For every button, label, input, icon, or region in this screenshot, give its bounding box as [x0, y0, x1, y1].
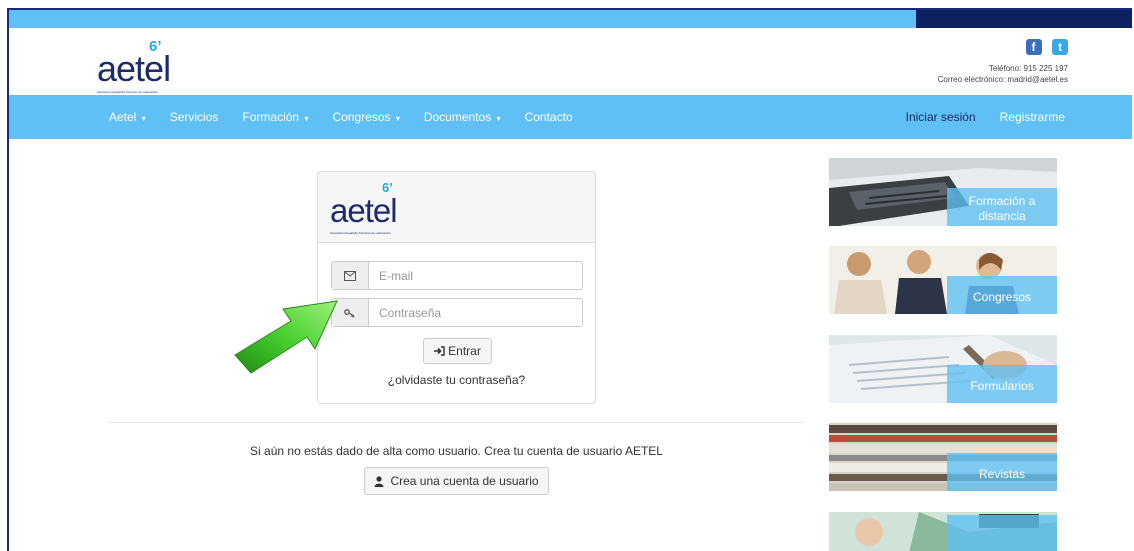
tile-formacion[interactable]: Formación a distancia	[829, 158, 1057, 226]
nav-menu: Aetel ▾ Servicios Formación ▾ Congresos …	[109, 95, 597, 139]
nav-item-label: Formación	[242, 110, 300, 124]
tile-congresos[interactable]: Congresos	[829, 246, 1057, 314]
login-submit-label: Entrar	[448, 344, 481, 358]
tile-laboratorio[interactable]	[829, 512, 1057, 551]
facebook-icon[interactable]: f	[1025, 39, 1042, 55]
forgot-password-link[interactable]: ¿olvidaste tu contraseña?	[318, 373, 595, 387]
logo-subtitle: Asociación Española Técnicos de Laborato…	[330, 231, 391, 235]
email-input-group	[331, 261, 583, 290]
browser-frame: 6’ aetel Asociación Española Técnicos de…	[7, 8, 1132, 551]
social-links: f t	[1020, 38, 1068, 56]
nav-item-label: Aetel	[109, 110, 137, 124]
nav-item-servicios[interactable]: Servicios	[170, 110, 219, 124]
create-account-button[interactable]: Crea una cuenta de usuario	[364, 467, 549, 495]
caret-down-icon: ▾	[395, 114, 400, 123]
register-link[interactable]: Registrarme	[1000, 110, 1065, 124]
tile-formularios[interactable]: Formularios	[829, 335, 1057, 403]
twitter-icon[interactable]: t	[1052, 39, 1068, 55]
logo-text: aetel	[330, 192, 398, 229]
tile-revistas[interactable]: Revistas	[829, 423, 1057, 491]
nav-item-label: Congresos	[332, 110, 391, 124]
login-link[interactable]: Iniciar sesión	[906, 110, 976, 124]
green-arrow-annotation	[234, 300, 338, 374]
logo-subtitle: Asociación Española Técnicos de Laborato…	[97, 90, 158, 94]
sign-in-icon	[434, 346, 445, 356]
main-navbar: Aetel ▾ Servicios Formación ▾ Congresos …	[9, 95, 1132, 139]
caret-down-icon: ▾	[141, 114, 146, 123]
site-logo[interactable]: 6’ aetel Asociación Española Técnicos de…	[97, 38, 197, 94]
login-panel-header: 6’ aetel Asociación Española Técnicos de…	[318, 172, 595, 243]
create-account-label: Crea una cuenta de usuario	[390, 474, 539, 488]
tile-label	[947, 515, 1057, 551]
logo-text: aetel	[97, 48, 171, 89]
envelope-icon	[332, 262, 369, 289]
contact-email[interactable]: Correo electrónico: madrid@aetel.es	[938, 74, 1068, 85]
top-bar-dark-segment	[916, 10, 1132, 28]
signup-prompt: Si aún no estás dado de alta como usuari…	[250, 444, 663, 458]
panel-logo: 6’ aetel Asociación Española Técnicos de…	[330, 180, 430, 238]
nav-account: Iniciar sesión Registrarme	[882, 95, 1065, 139]
login-panel: 6’ aetel Asociación Española Técnicos de…	[317, 171, 596, 404]
nav-item-label: Documentos	[423, 110, 492, 124]
nav-item-formacion[interactable]: Formación ▾	[242, 110, 308, 124]
nav-item-contacto[interactable]: Contacto	[525, 110, 573, 124]
password-input-group	[331, 298, 583, 327]
tile-label: Congresos	[947, 276, 1057, 314]
site-header: 6’ aetel Asociación Española Técnicos de…	[9, 28, 1132, 95]
nav-item-label: Servicios	[169, 110, 219, 124]
nav-item-aetel[interactable]: Aetel ▾	[109, 110, 146, 124]
caret-down-icon: ▾	[496, 114, 501, 123]
caret-down-icon: ▾	[304, 114, 309, 123]
nav-item-congresos[interactable]: Congresos ▾	[332, 110, 399, 124]
contact-info: Teléfono: 915 225 197 Correo electrónico…	[938, 63, 1068, 85]
section-divider	[109, 422, 804, 423]
password-input[interactable]	[369, 299, 582, 326]
contact-phone: Teléfono: 915 225 197	[988, 64, 1068, 73]
nav-item-label: Contacto	[524, 110, 573, 124]
user-icon	[374, 475, 384, 487]
login-submit-button[interactable]: Entrar	[423, 338, 492, 364]
email-input[interactable]	[369, 262, 582, 289]
tile-label: Formación a distancia	[947, 188, 1057, 226]
nav-item-documentos[interactable]: Documentos ▾	[424, 110, 501, 124]
tile-label: Formularios	[947, 365, 1057, 403]
tile-label: Revistas	[947, 453, 1057, 491]
